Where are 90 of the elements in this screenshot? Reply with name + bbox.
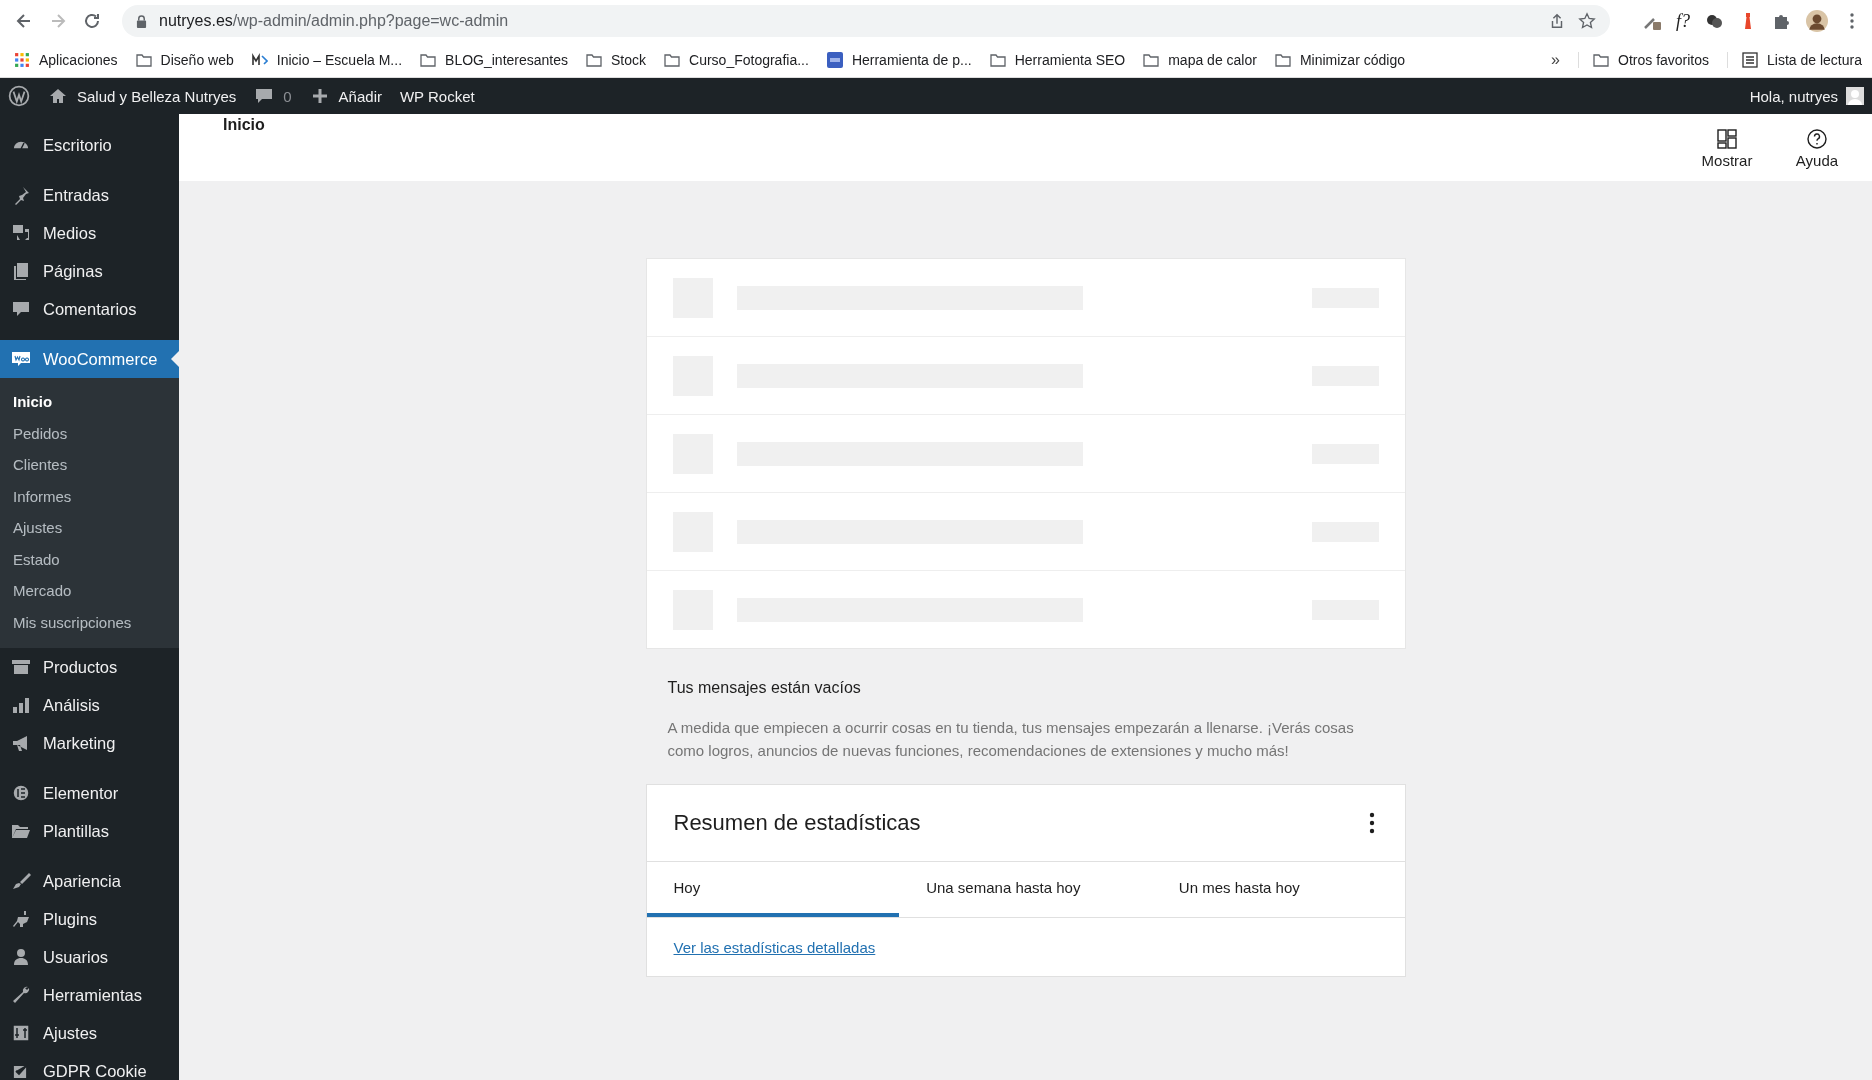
submenu-item[interactable]: Clientes: [0, 449, 179, 481]
submenu-item[interactable]: Inicio: [0, 386, 179, 418]
stats-tab[interactable]: Hoy: [646, 862, 900, 917]
menu-icon-glyph: [11, 261, 31, 281]
menu-item[interactable]: Páginas: [0, 252, 179, 290]
menu-item[interactable]: Herramientas: [0, 976, 179, 1014]
site-link[interactable]: Salud y Belleza Nutryes: [48, 86, 237, 106]
menu-icon-glyph: [11, 657, 31, 677]
folder-icon: [1143, 51, 1160, 68]
menu-item[interactable]: Análisis: [0, 686, 179, 724]
menu-icon-glyph: [11, 783, 31, 803]
folder-icon: [989, 51, 1006, 68]
more-bookmarks-button[interactable]: »: [1551, 50, 1560, 69]
bookmark[interactable]: Diseño web: [135, 51, 234, 68]
menu-item[interactable]: GDPR Cookie: [0, 1052, 179, 1080]
wp-rocket-link[interactable]: WP Rocket: [399, 87, 475, 105]
stats-tab[interactable]: Un mes hasta hoy: [1151, 862, 1405, 917]
header-action-button[interactable]: Ayuda: [1772, 128, 1862, 169]
folder-icon: [420, 51, 437, 68]
bookmark[interactable]: BLOG_interesantes: [420, 51, 568, 68]
bookmark[interactable]: Lista de lectura: [1727, 51, 1862, 68]
wordpress-logo-icon[interactable]: [8, 85, 30, 107]
site-icon: [826, 51, 843, 68]
stats-title: Resumen de estadísticas: [673, 810, 921, 836]
bookmark[interactable]: Minimizar código: [1274, 51, 1405, 68]
menu-item[interactable]: Elementor: [0, 774, 179, 812]
woo-bubble-icon: [11, 349, 31, 369]
menu-item[interactable]: Escritorio: [0, 126, 179, 164]
bookmark[interactable]: mapa de calor: [1143, 51, 1257, 68]
header-action-button[interactable]: Mostrar: [1682, 128, 1772, 169]
submenu-item[interactable]: Ajustes: [0, 512, 179, 544]
menu-item[interactable]: Usuarios: [0, 938, 179, 976]
site-icon: [251, 51, 268, 68]
bookmark[interactable]: Otros favoritos: [1578, 51, 1710, 68]
submenu-item[interactable]: Estado: [0, 543, 179, 575]
menu-item[interactable]: Productos: [0, 648, 179, 686]
bookmark[interactable]: Herramienta SEO: [989, 51, 1126, 68]
menu-icon-glyph: [11, 1023, 31, 1043]
help-icon: [1806, 128, 1828, 150]
address-bar[interactable]: nutryes.es/wp-admin/admin.php?page=wc-admin: [122, 5, 1610, 37]
avatar-icon[interactable]: [1806, 10, 1828, 32]
reload-icon[interactable]: [82, 11, 102, 31]
folder-icon: [135, 51, 152, 68]
reading-list-icon: [1742, 51, 1759, 68]
bookmark[interactable]: Aplicaciones: [14, 51, 118, 68]
menu-icon-glyph: [11, 223, 31, 243]
layout-grid-icon: [1716, 128, 1738, 150]
menu-item[interactable]: Entradas: [0, 176, 179, 214]
url-text: nutryes.es/wp-admin/admin.php?page=wc-admin: [159, 12, 509, 30]
folder-icon: [586, 51, 602, 68]
empty-messages-text: A medida que empiecen a ocurrir cosas en tu tienda, tus mensajes empezarán a llenarse. ¡Verás cosas como logros, anuncios de nuevas funciones, recomendaciones de extensiones y mucho más!: [667, 718, 1355, 761]
lock-icon: [136, 14, 147, 28]
submenu-item[interactable]: Mis suscripciones: [0, 606, 179, 638]
bookmark[interactable]: Herramienta de p...: [826, 51, 972, 68]
add-new-link[interactable]: Añadir: [309, 86, 382, 106]
detailed-stats-link[interactable]: Ver las estadísticas detalladas: [673, 938, 876, 956]
folder-icon: [1274, 51, 1291, 68]
menu-item[interactable]: Plantillas: [0, 812, 179, 850]
menu-icon-glyph: [11, 695, 31, 715]
stats-tab[interactable]: Una semana hasta hoy: [899, 862, 1152, 917]
menu-item[interactable]: Ajustes: [0, 1014, 179, 1052]
menu-icon-glyph: [11, 985, 31, 1005]
menu-item[interactable]: Plugins: [0, 900, 179, 938]
comments-link[interactable]: 0: [254, 86, 292, 106]
more-options-icon[interactable]: [1368, 812, 1375, 834]
folder-icon: [1593, 51, 1609, 68]
empty-messages-title: Tus mensajes están vacíos: [667, 679, 862, 697]
menu-icon-glyph: [11, 909, 31, 929]
bookmark[interactable]: Inicio – Escuela M...: [251, 51, 403, 68]
star-icon[interactable]: [1578, 12, 1596, 30]
submenu-item[interactable]: Informes: [0, 480, 179, 512]
speech-bubble-icon: [254, 86, 275, 106]
bookmark[interactable]: Curso_Fotografia...: [664, 51, 809, 68]
menu-item[interactable]: Medios: [0, 214, 179, 252]
menu-icon-glyph: [11, 871, 31, 891]
menu-item[interactable]: Comentarios: [0, 290, 179, 328]
menu-icon-glyph: [11, 299, 31, 319]
submenu-item[interactable]: Pedidos: [0, 417, 179, 449]
menu-item[interactable]: Apariencia: [0, 862, 179, 900]
folder-icon: [664, 51, 681, 68]
menu-item[interactable]: WooCommerce: [0, 340, 179, 378]
home-icon: [48, 86, 68, 106]
menu-item[interactable]: Marketing: [0, 724, 179, 762]
greeting-link[interactable]: Hola, nutryes: [1749, 87, 1838, 105]
menu-icon-glyph: [11, 947, 31, 967]
submenu-item[interactable]: Mercado: [0, 575, 179, 607]
bookmark[interactable]: Stock: [586, 51, 647, 68]
extension-button[interactable]: f?: [1676, 10, 1690, 32]
page-title: Inicio: [223, 116, 265, 134]
apps-grid-icon: [14, 51, 30, 68]
